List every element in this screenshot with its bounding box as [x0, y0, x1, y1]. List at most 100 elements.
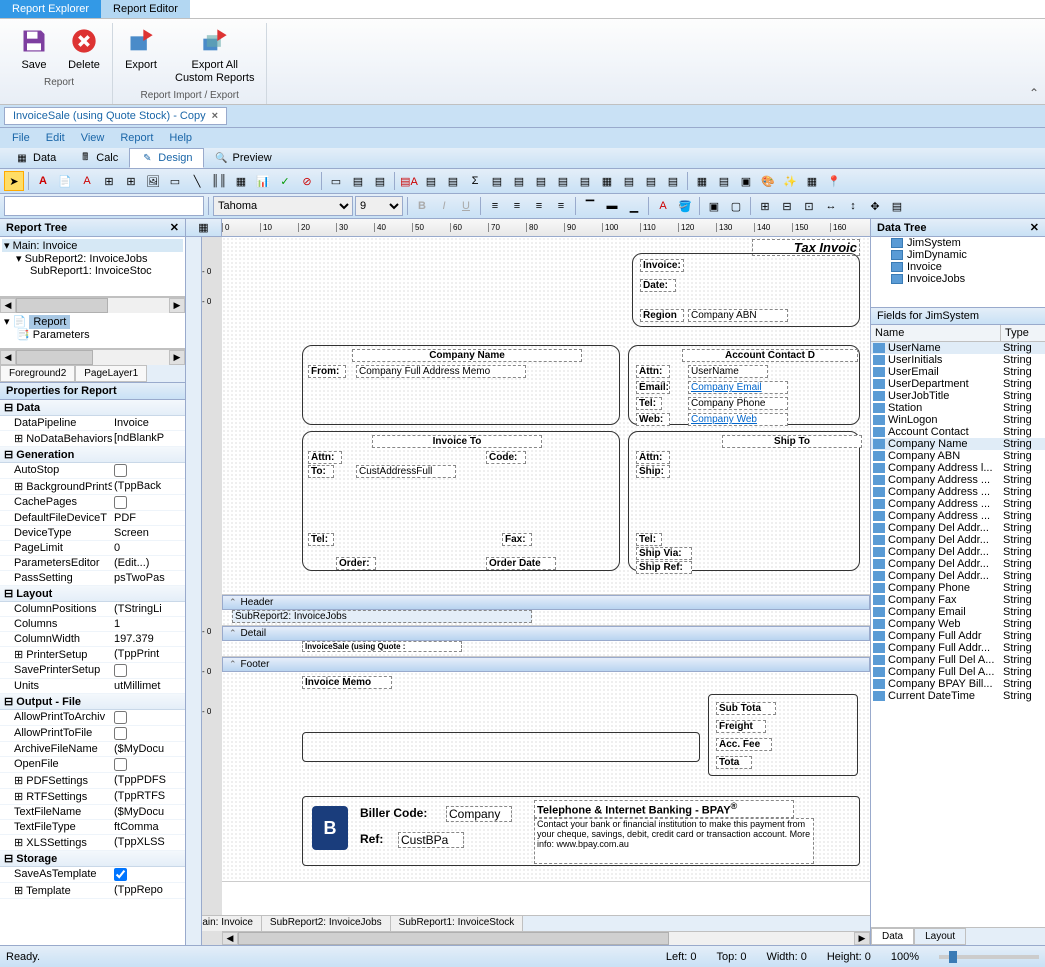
- prop-textfilename[interactable]: TextFileName($MyDocu: [0, 805, 185, 820]
- label-tel[interactable]: Tel:: [636, 397, 662, 410]
- cachepages-checkbox[interactable]: [114, 496, 127, 509]
- scroll-left-icon[interactable]: ◀: [222, 932, 238, 945]
- label-invoice[interactable]: Invoice:: [640, 259, 684, 272]
- field-row[interactable]: UserNameString: [871, 342, 1045, 354]
- guide-tool-icon[interactable]: 📍: [824, 171, 844, 191]
- allowarchiv-checkbox[interactable]: [114, 711, 127, 724]
- 2dbarcode-tool-icon[interactable]: ▦: [231, 171, 251, 191]
- subreport-tool-icon[interactable]: ▤: [348, 171, 368, 191]
- checkbox-tool-icon[interactable]: ✓: [275, 171, 295, 191]
- data-tree-node[interactable]: Invoice: [871, 261, 1045, 273]
- field-cust-addr[interactable]: CustAddressFull: [356, 465, 456, 478]
- field-row[interactable]: Company PhoneString: [871, 582, 1045, 594]
- save-button[interactable]: Save: [14, 23, 54, 74]
- prop-defaultfiledevice[interactable]: DefaultFileDeviceTPDF: [0, 511, 185, 526]
- field-username[interactable]: UserName: [688, 365, 768, 378]
- barcode-tool-icon[interactable]: ║║: [209, 171, 229, 191]
- prop-rtfsettings[interactable]: ⊞ RTFSettings(TppRTFS: [0, 789, 185, 805]
- table-tool-icon[interactable]: ▦: [692, 171, 712, 191]
- field-row[interactable]: Company Del Addr...String: [871, 558, 1045, 570]
- label-accfee[interactable]: Acc. Fee: [716, 738, 772, 751]
- canvas-tab-sub2[interactable]: SubReport2: InvoiceJobs: [262, 916, 391, 931]
- design-surface[interactable]: Tax Invoic Invoice: Date: Region Company…: [222, 237, 870, 915]
- scroll-right-icon[interactable]: ▶: [854, 932, 870, 945]
- header-company-name[interactable]: Company Name: [352, 349, 582, 362]
- data-tree-node[interactable]: InvoiceJobs: [871, 273, 1045, 285]
- data-tree-node[interactable]: JimDynamic: [871, 249, 1045, 261]
- object-name-field[interactable]: [4, 196, 204, 216]
- db2dbarcode-tool-icon[interactable]: ▤: [531, 171, 551, 191]
- openfile-checkbox[interactable]: [114, 758, 127, 771]
- field-row[interactable]: Company Address ...String: [871, 510, 1045, 522]
- label-tel2[interactable]: Tel:: [308, 533, 334, 546]
- tree-node-report[interactable]: ▾ 📄 Report: [2, 315, 183, 328]
- field-biller-company[interactable]: Company: [446, 806, 512, 822]
- bold-icon[interactable]: B: [412, 196, 432, 216]
- label-fax[interactable]: Fax:: [502, 533, 532, 546]
- label-attn2[interactable]: Attn:: [308, 451, 342, 464]
- font-color-icon[interactable]: A: [653, 196, 673, 216]
- align-left-icon[interactable]: ≡: [485, 196, 505, 216]
- layer-tab-pagelayer1[interactable]: PageLayer1: [75, 365, 147, 382]
- field-company-addr[interactable]: Company Full Address Memo: [356, 365, 526, 378]
- prop-devicetype[interactable]: DeviceTypeScreen: [0, 526, 185, 541]
- prop-saveastemplate[interactable]: SaveAsTemplate: [0, 867, 185, 883]
- band-collapse-icon[interactable]: ⌃: [229, 628, 237, 639]
- canvas-tab-sub1[interactable]: SubReport1: InvoiceStock: [391, 916, 524, 931]
- field-row[interactable]: Company Address ...String: [871, 474, 1045, 486]
- ruler-options-icon[interactable]: ▦: [198, 221, 208, 234]
- tree-node-main[interactable]: ▾ Main: Invoice: [2, 239, 183, 252]
- prop-cat-generation[interactable]: ⊟ Generation: [0, 447, 185, 463]
- text-bpay-info[interactable]: Contact your bank or financial instituti…: [534, 818, 814, 864]
- field-row[interactable]: Company Del Addr...String: [871, 534, 1045, 546]
- field-row[interactable]: Company Full Del A...String: [871, 666, 1045, 678]
- view-tab-design[interactable]: ✎Design: [129, 148, 203, 168]
- field-row[interactable]: Current DateTimeString: [871, 690, 1045, 702]
- close-document-icon[interactable]: ×: [212, 110, 218, 122]
- scroll-right-icon[interactable]: ▶: [169, 350, 185, 365]
- prop-textfiletype[interactable]: TextFileTypeftComma: [0, 820, 185, 835]
- font-family-select[interactable]: Tahoma: [213, 196, 353, 216]
- field-row[interactable]: Company Address ...String: [871, 486, 1045, 498]
- tree2-h-scrollbar[interactable]: ◀ ▶: [0, 349, 185, 365]
- document-tab[interactable]: InvoiceSale (using Quote Stock) - Copy ×: [4, 107, 227, 125]
- header-account-contact[interactable]: Account Contact D: [682, 349, 858, 362]
- crosstab-tool-icon[interactable]: ▦: [597, 171, 617, 191]
- richtext-tool-icon[interactable]: A: [77, 171, 97, 191]
- allowfile-checkbox[interactable]: [114, 727, 127, 740]
- field-row[interactable]: Account ContactString: [871, 426, 1045, 438]
- label-ref[interactable]: Ref:: [358, 832, 392, 846]
- region-tool-icon[interactable]: ▭: [326, 171, 346, 191]
- prop-cat-data[interactable]: ⊟ Data: [0, 400, 185, 416]
- report-tree-close-icon[interactable]: ✕: [170, 221, 179, 234]
- label-invoice-memo[interactable]: Invoice Memo: [302, 676, 392, 689]
- tree-h-scrollbar[interactable]: ◀ ▶: [0, 297, 185, 313]
- field-row[interactable]: Company Del Addr...String: [871, 570, 1045, 582]
- dbchart-tool-icon[interactable]: ▤: [553, 171, 573, 191]
- field-row[interactable]: WinLogonString: [871, 414, 1045, 426]
- align-right-icon[interactable]: ≡: [529, 196, 549, 216]
- region-memo-box[interactable]: [302, 732, 700, 762]
- cancel-tool-icon[interactable]: ⊘: [297, 171, 317, 191]
- field-row[interactable]: Company Address ...String: [871, 498, 1045, 510]
- autostop-checkbox[interactable]: [114, 464, 127, 477]
- menu-help[interactable]: Help: [163, 131, 198, 145]
- label-date[interactable]: Date:: [640, 279, 676, 292]
- data-tree-tab-layout[interactable]: Layout: [914, 928, 966, 945]
- label-region[interactable]: Region: [640, 309, 684, 322]
- prop-cat-output[interactable]: ⊟ Output - File: [0, 694, 185, 710]
- prop-xlssettings[interactable]: ⊞ XLSSettings(TppXLSS: [0, 835, 185, 851]
- prop-printersetup[interactable]: ⊞ PrinterSetup(TppPrint: [0, 647, 185, 663]
- saveastemplate-checkbox[interactable]: [114, 868, 127, 881]
- dbcheckbox-tool-icon[interactable]: ▤: [575, 171, 595, 191]
- label-attn3[interactable]: Attn:: [636, 451, 670, 464]
- tree-node-parameters[interactable]: 📑 Parameters: [2, 328, 183, 341]
- field-company-phone[interactable]: Company Phone: [688, 397, 788, 410]
- invoice-sale-label[interactable]: InvoiceSale (using Quote :: [302, 641, 462, 652]
- space-horiz-icon[interactable]: ↔: [821, 196, 841, 216]
- menu-report[interactable]: Report: [114, 131, 159, 145]
- prop-pdfsettings[interactable]: ⊞ PDFSettings(TppPDFS: [0, 773, 185, 789]
- dbmemo-tool-icon[interactable]: ▤: [421, 171, 441, 191]
- field-row[interactable]: Company BPAY Bill...String: [871, 678, 1045, 690]
- field-row[interactable]: Company Address l...String: [871, 462, 1045, 474]
